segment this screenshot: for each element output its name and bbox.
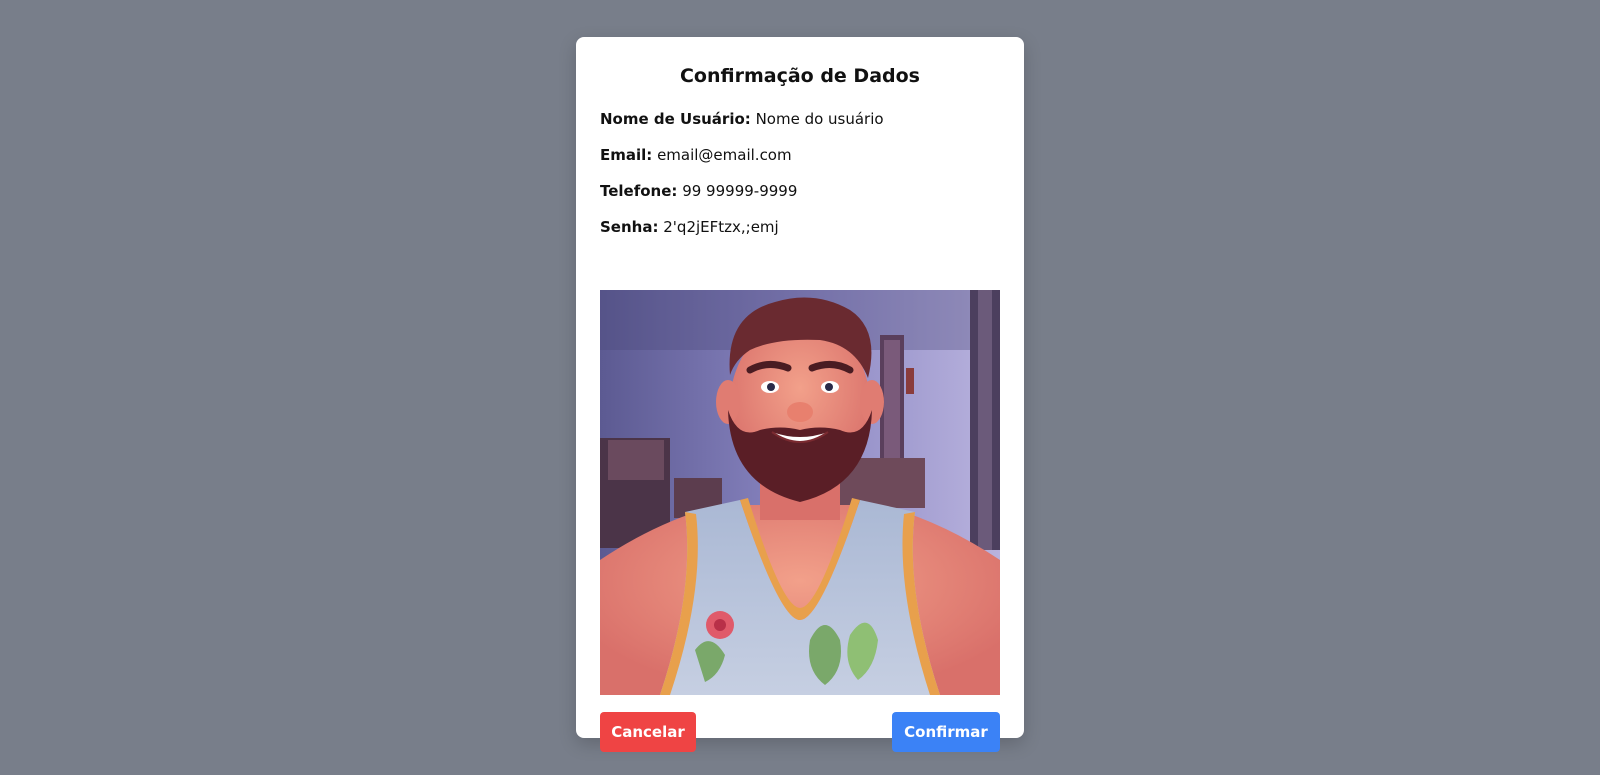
confirm-button[interactable]: Confirmar — [892, 712, 1000, 752]
field-username: Nome de Usuário: Nome do usuário — [600, 109, 884, 145]
data-fields: Nome de Usuário: Nome do usuário Email: … — [600, 109, 884, 253]
field-username-label: Nome de Usuário: — [600, 110, 751, 128]
cancel-button[interactable]: Cancelar — [600, 712, 696, 752]
profile-photo — [600, 290, 1000, 695]
field-email: Email: email@email.com — [600, 145, 884, 181]
field-password-label: Senha: — [600, 218, 659, 236]
field-username-value: Nome do usuário — [755, 110, 884, 128]
field-phone-label: Telefone: — [600, 182, 678, 200]
field-phone-value: 99 99999-9999 — [682, 182, 798, 200]
field-password-value: 2'q2jEFtzx,;emj — [663, 218, 779, 236]
field-email-value: email@email.com — [657, 146, 792, 164]
modal-title: Confirmação de Dados — [679, 65, 920, 87]
field-password: Senha: 2'q2jEFtzx,;emj — [600, 217, 884, 253]
profile-photo-illustration — [600, 290, 1000, 695]
field-phone: Telefone: 99 99999-9999 — [600, 181, 884, 217]
field-email-label: Email: — [600, 146, 653, 164]
confirmation-modal: Confirmação de Dados Nome de Usuário: No… — [576, 37, 1024, 752]
